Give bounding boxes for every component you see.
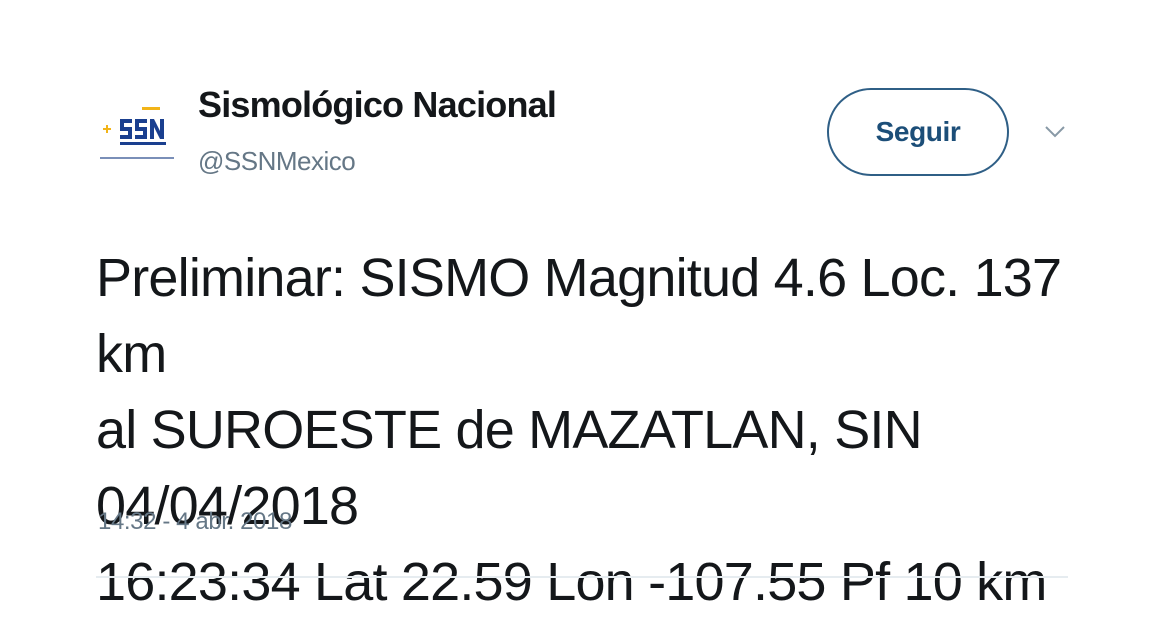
divider: [96, 576, 1068, 578]
tweet-card: Sismológico Nacional @SSNMexico Seguir P…: [0, 0, 1170, 612]
tweet-text: Preliminar: SISMO Magnitud 4.6 Loc. 137 …: [96, 248, 1062, 612]
chevron-down-icon[interactable]: [1040, 122, 1070, 142]
follow-button[interactable]: Seguir: [827, 88, 1009, 176]
tweet-timestamp[interactable]: 14:32 - 4 abr. 2018: [98, 508, 292, 536]
account-handle[interactable]: @SSNMexico: [198, 146, 356, 177]
ssn-logo-icon: [100, 107, 174, 159]
avatar[interactable]: [98, 103, 176, 165]
account-display-name[interactable]: Sismológico Nacional: [198, 84, 557, 126]
